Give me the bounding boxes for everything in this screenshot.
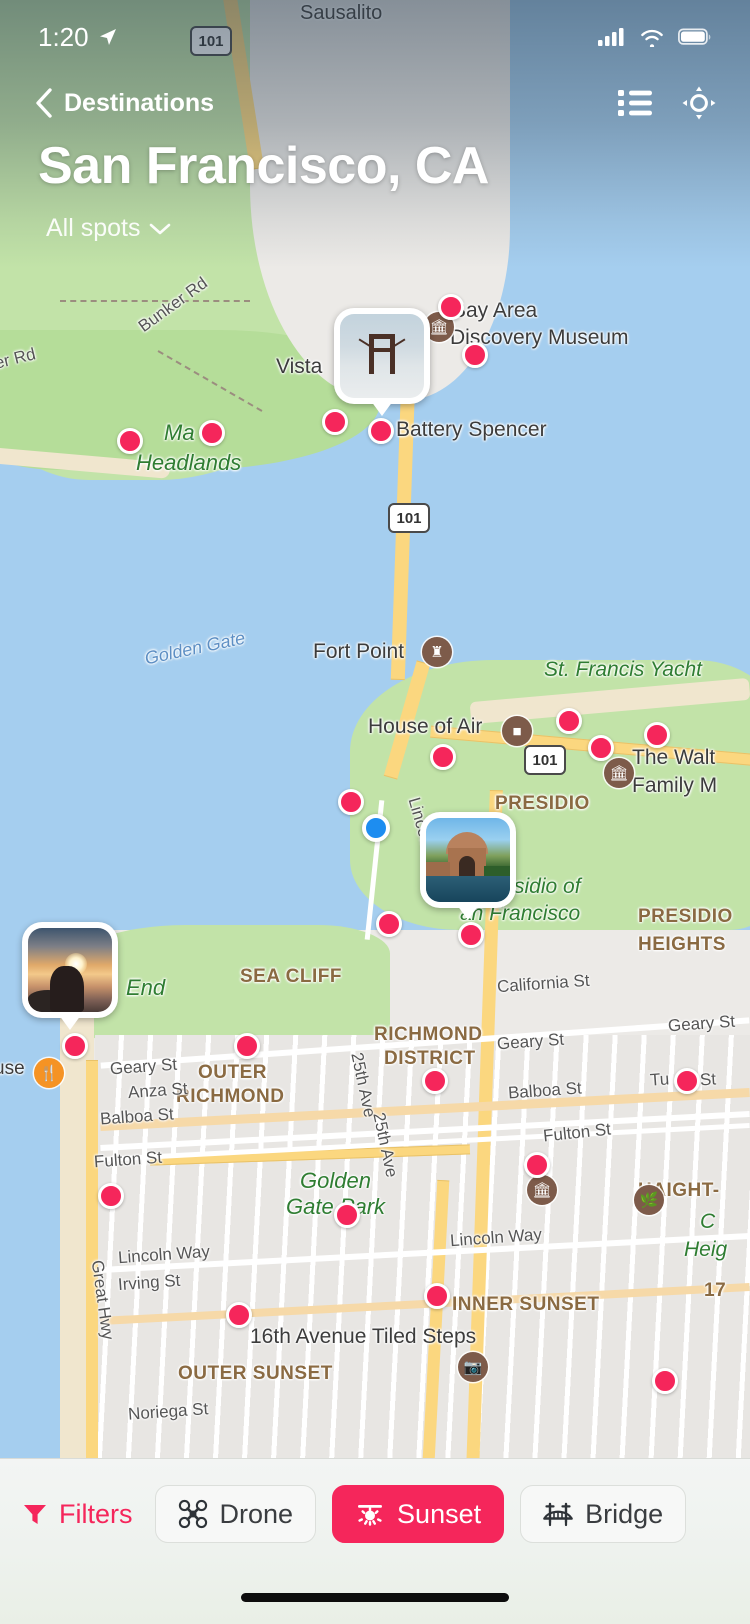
filter-chip-sunset[interactable]: Sunset [332,1485,504,1543]
map-spot-pin[interactable] [322,409,348,435]
map-spot-pin[interactable] [98,1183,124,1209]
map-spot-pin[interactable] [62,1033,88,1059]
bridge-fog-artwork [340,314,424,398]
filter-chip-label: Drone [220,1499,294,1530]
filters-button[interactable]: Filters [22,1499,139,1530]
sunset-icon [355,1499,385,1529]
status-bar: 1:20 [0,0,750,74]
bottom-filter-bar: Filters Drone [0,1458,750,1624]
sunset-artwork [28,928,112,1012]
palace-artwork [426,818,510,902]
navigation-actions [618,86,716,120]
map-spot-pin[interactable] [334,1202,360,1228]
funnel-icon [22,1501,48,1527]
highway-shield-101-b: 101 [388,503,430,533]
map-spot-pin[interactable] [644,722,670,748]
map-trail-1 [60,300,250,302]
navigation-bar: Destinations [0,86,750,120]
map-spot-pin[interactable] [652,1368,678,1394]
map-spot-pin[interactable] [424,1283,450,1309]
map-poi-castle-icon-fort-point[interactable]: ♜ [422,637,452,667]
spots-filter-dropdown[interactable]: All spots [46,214,171,243]
person-silhouette [50,966,84,1012]
bridge-icon [543,1499,573,1529]
filter-chip-bridge[interactable]: Bridge [520,1485,686,1543]
filter-chip-row: Filters Drone [0,1485,750,1543]
map-spot-pin[interactable] [234,1033,260,1059]
chevron-left-icon [34,87,54,119]
palace-lagoon [426,876,510,902]
map-spot-pin[interactable] [199,420,225,446]
map-spot-pin[interactable] [422,1068,448,1094]
map-spot-pin[interactable] [674,1068,700,1094]
status-bar-left: 1:20 [38,22,118,53]
home-indicator [241,1593,509,1602]
map-spot-pin[interactable] [462,342,488,368]
chevron-down-icon [149,222,171,236]
filter-chip-label: Bridge [585,1499,663,1530]
status-time: 1:20 [38,22,89,53]
locate-crosshair-icon[interactable] [682,86,716,120]
status-bar-right [598,27,712,47]
map-spot-pin[interactable] [588,735,614,761]
battery-icon [678,27,712,47]
map-spot-pin[interactable] [430,744,456,770]
map-spot-pin[interactable] [458,922,484,948]
cellular-signal-icon [598,27,626,47]
map-spot-pin[interactable] [117,428,143,454]
map-poi-museum-icon-disney[interactable]: 🏛 [604,758,634,788]
map-spot-pin[interactable] [438,294,464,320]
map-poi-restaurant-icon[interactable]: 🍴 [34,1058,64,1088]
spots-filter-label: All spots [46,214,140,243]
filter-chip-label: Sunset [397,1499,481,1530]
photo-thumbnail [426,818,510,902]
sunset-cliff-photo[interactable] [22,922,118,1018]
map-poi-garden-icon[interactable]: 🌿 [634,1185,664,1215]
map-spot-pin[interactable] [338,789,364,815]
user-location-marker [362,814,390,842]
photo-thumbnail [28,928,112,1012]
location-arrow-icon [98,27,118,47]
map-spot-pin[interactable] [524,1152,550,1178]
wifi-icon [639,27,665,47]
bridge-tower-shape [367,332,397,374]
map-spot-pin[interactable] [226,1302,252,1328]
map-spot-pin[interactable] [376,911,402,937]
map-poi-camera-icon-sunset[interactable]: 📷 [458,1352,488,1382]
filters-button-label: Filters [59,1499,133,1530]
back-button-label: Destinations [64,89,214,118]
photo-thumbnail [340,314,424,398]
page-title: San Francisco, CA [38,136,489,196]
map-road-great-hwy [86,1060,98,1458]
list-view-icon[interactable] [618,88,652,118]
filter-chip-drone[interactable]: Drone [155,1485,317,1543]
map-poi-museum-icon-deyoung[interactable]: 🏛 [527,1175,557,1205]
drone-icon [178,1499,208,1529]
map-spot-pin[interactable] [368,418,394,444]
map-spot-pin[interactable] [556,708,582,734]
map-poi-attraction-icon-house-of-air[interactable]: ■ [502,716,532,746]
back-button[interactable]: Destinations [34,87,214,119]
palace-of-fine-arts-photo[interactable] [420,812,516,908]
golden-gate-bridge-tower-photo[interactable] [334,308,430,404]
highway-shield-101-c: 101 [524,745,566,775]
